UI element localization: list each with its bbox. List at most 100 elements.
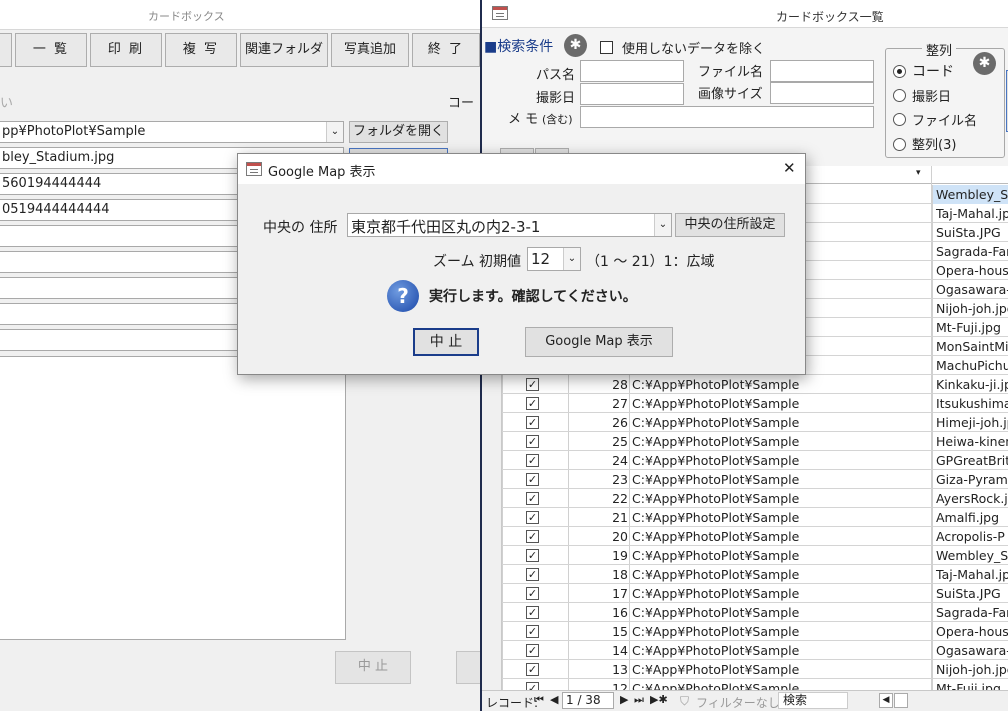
row-selector[interactable]	[482, 584, 502, 603]
row-selector[interactable]	[482, 394, 502, 413]
table-row[interactable]: ✓ 14 C:¥App¥PhotoPlot¥Sample Ogasawara-	[482, 641, 1008, 660]
first-record-icon[interactable]: ⏮	[534, 693, 544, 707]
row-checkbox[interactable]: ✓	[526, 416, 539, 429]
table-row[interactable]: ✓ 18 C:¥App¥PhotoPlot¥Sample Taj-Mahal.jp	[482, 565, 1008, 584]
row-checkbox[interactable]: ✓	[526, 454, 539, 467]
row-selector[interactable]	[482, 508, 502, 527]
sort-arrow-icon[interactable]: ▾	[916, 168, 921, 178]
row-selector[interactable]	[482, 527, 502, 546]
confirm-message: 実行します。確認してください。	[429, 289, 637, 305]
row-checkbox[interactable]: ✓	[526, 644, 539, 657]
memo-sub-label: (含む)	[542, 113, 573, 126]
exit-button[interactable]: 終 了	[412, 33, 480, 67]
row-code: 22	[612, 491, 628, 506]
row-checkbox[interactable]: ✓	[526, 663, 539, 676]
show-google-map-button[interactable]: Google Map 表示	[525, 327, 673, 357]
row-checkbox[interactable]: ✓	[526, 606, 539, 619]
sort-radio-file[interactable]	[893, 113, 906, 126]
row-checkbox[interactable]: ✓	[526, 682, 539, 690]
row-code: 24	[612, 453, 628, 468]
record-number-field[interactable]: 1 / 38	[562, 692, 614, 709]
address-dropdown-chevron-icon[interactable]: ⌄	[654, 214, 671, 236]
cancel-button[interactable]: 中 止	[413, 328, 479, 356]
table-row[interactable]: ✓ 23 C:¥App¥PhotoPlot¥Sample Giza-Pyram	[482, 470, 1008, 489]
row-selector[interactable]	[482, 375, 502, 394]
row-selector[interactable]	[482, 546, 502, 565]
row-checkbox[interactable]: ✓	[526, 397, 539, 410]
sort-radio-date[interactable]	[893, 89, 906, 102]
path-field[interactable]: pp¥PhotoPlot¥Sample	[0, 121, 344, 143]
table-row[interactable]: ✓ 12 C:¥App¥PhotoPlot¥Sample Mt-Fuji.jpg	[482, 679, 1008, 690]
open-folder-button[interactable]: フォルダを開く	[349, 121, 448, 143]
row-checkbox[interactable]: ✓	[526, 568, 539, 581]
file-search-field[interactable]	[770, 60, 874, 82]
next-record-icon[interactable]: ▶	[620, 693, 628, 706]
row-checkbox[interactable]: ✓	[526, 587, 539, 600]
related-folder-button[interactable]: 関連フォルダ	[240, 33, 328, 67]
table-row[interactable]: ✓ 13 C:¥App¥PhotoPlot¥Sample Nijoh-joh.jpg	[482, 660, 1008, 679]
table-row[interactable]: ✓ 26 C:¥App¥PhotoPlot¥Sample Himeji-joh.jp	[482, 413, 1008, 432]
table-row[interactable]: ✓ 24 C:¥App¥PhotoPlot¥Sample GPGreatBrit	[482, 451, 1008, 470]
row-checkbox[interactable]: ✓	[526, 473, 539, 486]
row-selector[interactable]	[482, 470, 502, 489]
table-row[interactable]: ✓ 22 C:¥App¥PhotoPlot¥Sample AyersRock.j	[482, 489, 1008, 508]
table-row[interactable]: ✓ 19 C:¥App¥PhotoPlot¥Sample Wembley_Sta	[482, 546, 1008, 565]
sort-radio-3[interactable]	[893, 138, 906, 151]
row-selector[interactable]	[482, 451, 502, 470]
filter-label[interactable]: フィルターなし	[696, 694, 780, 711]
table-row[interactable]: ✓ 16 C:¥App¥PhotoPlot¥Sample Sagrada-Fam	[482, 603, 1008, 622]
new-record-icon[interactable]: ▶✱	[650, 693, 668, 706]
row-selector[interactable]	[482, 432, 502, 451]
horizontal-scrollbar[interactable]	[894, 693, 908, 708]
row-selector[interactable]	[482, 489, 502, 508]
prev-record-icon[interactable]: ◀	[550, 693, 558, 706]
row-selector[interactable]	[482, 565, 502, 584]
memo-area[interactable]	[0, 356, 346, 640]
table-row[interactable]: ✓ 15 C:¥App¥PhotoPlot¥Sample Opera-hous	[482, 622, 1008, 641]
sort-radio-code[interactable]	[893, 65, 906, 78]
table-row[interactable]: ✓ 21 C:¥App¥PhotoPlot¥Sample Amalfi.jpg	[482, 508, 1008, 527]
add-photo-button[interactable]: 写真追加	[331, 33, 409, 67]
gear-icon[interactable]: ✱	[564, 34, 587, 57]
row-selector[interactable]	[482, 603, 502, 622]
row-checkbox[interactable]: ✓	[526, 435, 539, 448]
copy-button[interactable]: 複 写	[165, 33, 237, 67]
row-checkbox[interactable]: ✓	[526, 625, 539, 638]
row-path: C:¥App¥PhotoPlot¥Sample	[632, 681, 800, 690]
center-address-field[interactable]: 東京都千代田区丸の内2-3-1	[347, 213, 672, 237]
close-icon[interactable]: ✕	[783, 159, 796, 177]
path-dropdown-chevron-icon[interactable]: ⌄	[326, 122, 343, 142]
table-row[interactable]: ✓ 28 C:¥App¥PhotoPlot¥Sample Kinkaku-ji.jp	[482, 375, 1008, 394]
row-checkbox[interactable]: ✓	[526, 511, 539, 524]
row-checkbox[interactable]: ✓	[526, 549, 539, 562]
table-row[interactable]: ✓ 25 C:¥App¥PhotoPlot¥Sample Heiwa-kinen	[482, 432, 1008, 451]
table-row[interactable]: ✓ 17 C:¥App¥PhotoPlot¥Sample SuiSta.JPG	[482, 584, 1008, 603]
row-selector[interactable]	[482, 660, 502, 679]
list-button[interactable]: 一 覧	[15, 33, 87, 67]
card-box-title: カードボックス	[148, 10, 225, 23]
last-record-icon[interactable]: ⏭	[634, 693, 644, 707]
exclude-unused-checkbox[interactable]	[600, 41, 613, 54]
row-checkbox[interactable]: ✓	[526, 492, 539, 505]
search-box[interactable]: 検索	[778, 692, 848, 709]
date-search-field[interactable]	[580, 83, 684, 105]
cancel-button-bg[interactable]: 中 止	[335, 651, 411, 684]
scroll-left-icon[interactable]: ◀	[879, 693, 893, 708]
print-button[interactable]: 印 刷	[90, 33, 162, 67]
row-selector[interactable]	[482, 679, 502, 690]
dialog-titlebar: Google Map 表示 ✕	[238, 154, 805, 184]
row-checkbox[interactable]: ✓	[526, 378, 539, 391]
memo-search-field[interactable]	[580, 106, 874, 128]
table-row[interactable]: ✓ 27 C:¥App¥PhotoPlot¥Sample Itsukushima	[482, 394, 1008, 413]
sort-gear-icon[interactable]: ✱	[973, 52, 996, 75]
row-selector[interactable]	[482, 413, 502, 432]
set-center-address-button[interactable]: 中央の住所設定	[675, 213, 785, 237]
zoom-dropdown-chevron-icon[interactable]: ⌄	[563, 248, 580, 270]
path-search-field[interactable]	[580, 60, 684, 82]
table-row[interactable]: ✓ 20 C:¥App¥PhotoPlot¥Sample Acropolis-P	[482, 527, 1008, 546]
row-checkbox[interactable]: ✓	[526, 530, 539, 543]
size-search-field[interactable]	[770, 82, 874, 104]
row-path: C:¥App¥PhotoPlot¥Sample	[632, 453, 800, 468]
row-selector[interactable]	[482, 641, 502, 660]
row-selector[interactable]	[482, 622, 502, 641]
